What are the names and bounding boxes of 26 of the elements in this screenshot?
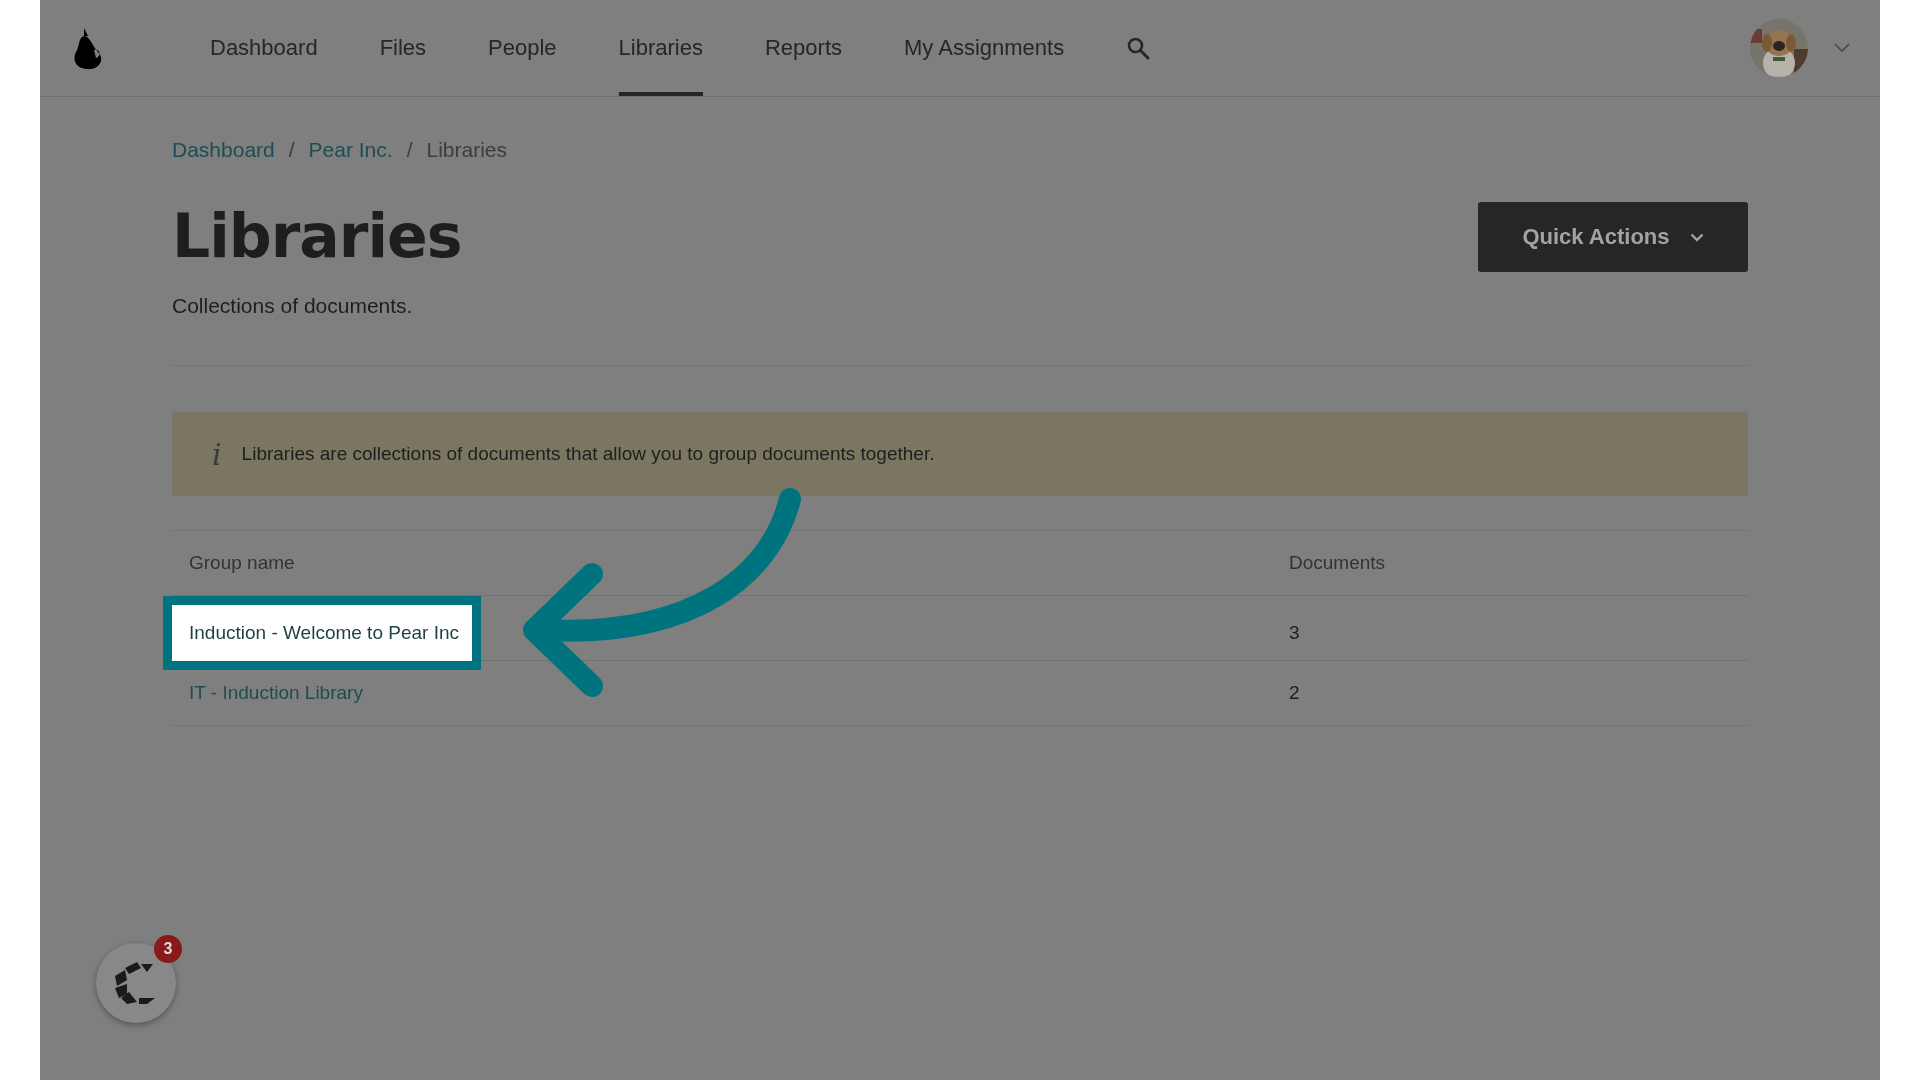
info-text: Libraries are collections of documents that allow you to group documents together. (241, 443, 935, 465)
nav-tab[interactable]: Files (379, 0, 427, 96)
nav-tab[interactable]: People (488, 0, 557, 96)
document-count: 2 (1288, 682, 1301, 704)
breadcrumb-separator: / (406, 138, 413, 162)
column-header: Group name (188, 552, 296, 574)
breadcrumb-link[interactable]: Pear Inc. (308, 138, 393, 162)
nav-tab[interactable]: Reports (765, 0, 843, 96)
quick-actions-button[interactable]: Quick Actions (1478, 202, 1748, 272)
library-link[interactable]: IT - Induction Library (172, 682, 363, 704)
chevron-down-icon (1689, 232, 1704, 242)
info-icon: i (212, 436, 222, 472)
notification-badge: 3 (154, 935, 182, 963)
search-icon[interactable] (1126, 36, 1151, 60)
page-title: Libraries (172, 200, 462, 273)
library-link[interactable]: Induction - Welcome to Pear Inc (163, 596, 481, 670)
column-header: Documents (1288, 552, 1387, 574)
document-count: 3 (1288, 622, 1301, 644)
nav-tab[interactable]: Dashboard (210, 0, 318, 96)
nav-tab[interactable]: Libraries (618, 0, 703, 96)
page-subtitle: Collections of documents. (172, 294, 414, 318)
breadcrumb-text: Libraries (426, 138, 507, 162)
breadcrumb-separator: / (288, 138, 295, 162)
breadcrumb-link[interactable]: Dashboard (172, 138, 275, 162)
help-widget-button[interactable] (96, 943, 176, 1023)
nav-tab[interactable]: My Assignments (904, 0, 1065, 96)
